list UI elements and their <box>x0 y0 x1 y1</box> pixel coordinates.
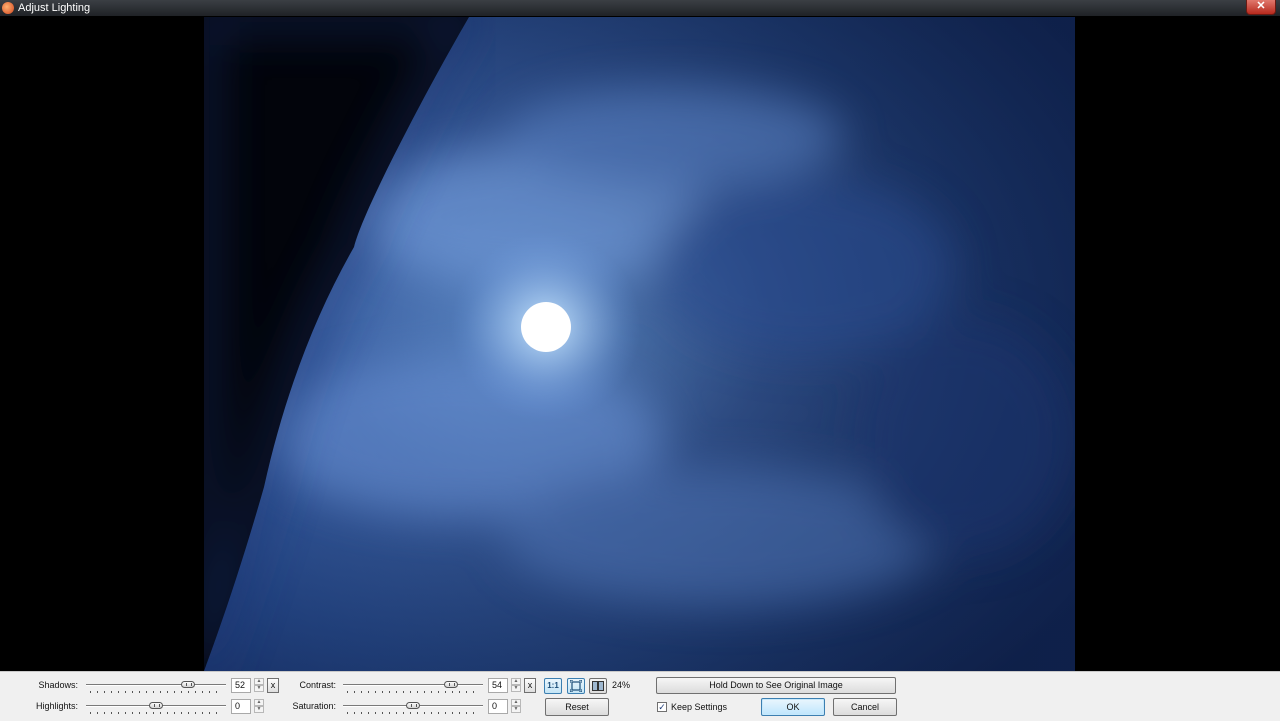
shadows-label: Shadows: <box>38 680 78 690</box>
adjustment-panel: Shadows: 52 ▲ ▼ x Highlights: 0 ▲ ▼ Cont… <box>0 671 1280 721</box>
spin-up-icon[interactable]: ▲ <box>511 699 521 706</box>
split-view-icon <box>592 681 604 691</box>
keep-settings-checkbox[interactable]: ✓ <box>657 702 667 712</box>
spin-up-icon[interactable]: ▲ <box>511 678 521 685</box>
saturation-value-input[interactable]: 0 <box>488 699 508 714</box>
contrast-label: Contrast: <box>299 680 336 690</box>
contrast-slider[interactable] <box>343 678 483 696</box>
shadows-spinner[interactable]: ▲ ▼ <box>254 678 264 693</box>
ok-button[interactable]: OK <box>761 698 825 716</box>
spin-down-icon[interactable]: ▼ <box>254 685 264 692</box>
window-title: Adjust Lighting <box>18 2 91 14</box>
zoom-level: 24% <box>612 680 631 690</box>
highlights-label: Highlights: <box>35 701 78 711</box>
spin-up-icon[interactable]: ▲ <box>254 678 264 685</box>
spin-down-icon[interactable]: ▼ <box>511 685 521 692</box>
shadows-slider-thumb[interactable] <box>181 681 196 688</box>
actual-size-button[interactable]: 1:1 <box>544 678 562 694</box>
saturation-spinner[interactable]: ▲ ▼ <box>511 699 521 714</box>
spin-down-icon[interactable]: ▼ <box>254 706 264 713</box>
spin-down-icon[interactable]: ▼ <box>511 706 521 713</box>
close-button[interactable]: ✕ <box>1246 0 1276 15</box>
saturation-slider[interactable] <box>343 699 483 717</box>
title-bar: Adjust Lighting ✕ <box>0 0 1280 16</box>
highlights-slider-thumb[interactable] <box>149 702 163 709</box>
keep-settings-label: Keep Settings <box>671 702 728 712</box>
cancel-button[interactable]: Cancel <box>833 698 897 716</box>
highlights-spinner[interactable]: ▲ ▼ <box>254 699 264 714</box>
highlights-slider[interactable] <box>86 699 226 717</box>
shadows-value-input[interactable]: 52 <box>231 678 251 693</box>
contrast-reset-button[interactable]: x <box>524 678 536 693</box>
image-preview-area <box>0 17 1280 671</box>
contrast-slider-thumb[interactable] <box>443 681 458 688</box>
preview-image <box>204 17 1075 671</box>
split-view-button[interactable] <box>589 678 607 694</box>
app-icon <box>2 2 14 14</box>
contrast-value-input[interactable]: 54 <box>488 678 508 693</box>
fit-to-window-button[interactable] <box>567 678 585 694</box>
hold-original-button[interactable]: Hold Down to See Original Image <box>656 677 896 694</box>
reset-button[interactable]: Reset <box>545 698 609 716</box>
contrast-spinner[interactable]: ▲ ▼ <box>511 678 521 693</box>
shadows-slider[interactable] <box>86 678 226 696</box>
saturation-label: Saturation: <box>292 701 336 711</box>
saturation-slider-thumb[interactable] <box>406 702 420 709</box>
highlights-value-input[interactable]: 0 <box>231 699 251 714</box>
moon-sky-photo <box>204 17 1075 671</box>
fit-to-window-icon <box>569 679 583 693</box>
spin-up-icon[interactable]: ▲ <box>254 699 264 706</box>
